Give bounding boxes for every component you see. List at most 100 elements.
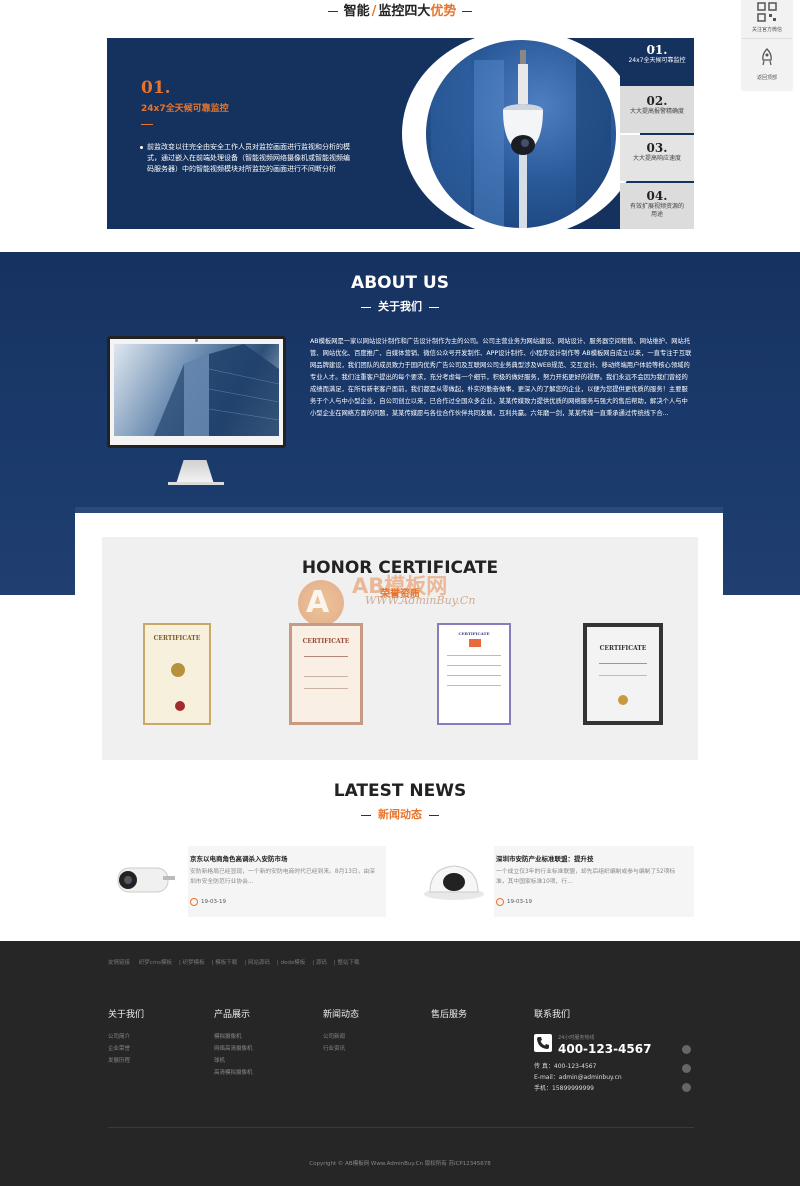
news-title-1[interactable]: 京东以电商角色高调杀入安防市场 xyxy=(190,853,288,863)
footer-link[interactable]: 公司新闻 xyxy=(323,1032,345,1040)
hotline-number: 400-123-4567 xyxy=(558,1042,652,1056)
tab-label: 大大提高响应速度 xyxy=(632,155,681,162)
about-subtitle-text: 关于我们 xyxy=(378,300,422,313)
footer-link[interactable]: 行业资讯 xyxy=(323,1044,345,1052)
news-subtitle: 新闻动态 xyxy=(0,806,800,822)
certificate-2[interactable]: CERTIFICATE xyxy=(289,623,363,725)
friend-links-label: 友情链接 xyxy=(108,960,131,966)
news-title-2[interactable]: 深圳市安防产业标准联盟：提升技 xyxy=(496,853,594,863)
clock-icon xyxy=(190,898,198,906)
tab-number: 02. xyxy=(646,94,668,108)
advantage-number: 01. xyxy=(141,78,171,98)
qr-label: 关注官方微信 xyxy=(751,27,782,33)
advantages-title-highlight: 优势 xyxy=(430,4,457,19)
rocket-icon[interactable] xyxy=(760,48,774,70)
friend-link[interactable]: 网站源码 xyxy=(248,960,270,966)
friend-link[interactable]: 模板下载 xyxy=(215,960,237,966)
advantage-tab-1[interactable]: 01. 24x7全天候可靠监控 xyxy=(620,38,694,86)
footer-divider xyxy=(108,1127,694,1128)
line xyxy=(599,675,647,676)
footer-link[interactable]: 发展历程 xyxy=(108,1056,130,1064)
qr-code-icon[interactable] xyxy=(757,2,777,26)
qq-icon[interactable] xyxy=(682,1045,691,1054)
building-image xyxy=(114,344,280,436)
news-date-1: 19-03-19 xyxy=(201,899,226,905)
certificate-1[interactable]: CERTIFICATE xyxy=(143,623,211,725)
email: E-mail：admin@adminbuy.cn xyxy=(534,1074,622,1081)
mobile: 手机：15899999999 xyxy=(534,1085,594,1092)
camera-dot xyxy=(195,339,198,342)
bullet-camera-image xyxy=(108,846,188,917)
watermark-url: WWW.AdminBuy.Cn xyxy=(365,594,476,607)
certificate-label: CERTIFICATE xyxy=(599,645,647,652)
footer-link[interactable]: 模拟摄像机 xyxy=(214,1032,242,1040)
friend-link[interactable]: dede模板 xyxy=(281,960,306,966)
line xyxy=(447,685,501,686)
friend-link[interactable]: 源码 xyxy=(316,960,327,966)
line xyxy=(447,675,501,676)
news-summary-1: 安防新格局已经显现，一个新的安防电商时代已经到来。8月13日，由深圳市安全防范行… xyxy=(190,869,375,885)
footer-link[interactable]: 球机 xyxy=(214,1056,225,1064)
certificate-label: CERTIFICATE xyxy=(458,631,490,636)
copyright: Copyright © AB模板网 Www.AdminBuy.Cn 版权所有 苏… xyxy=(309,1161,491,1167)
hotline-label: 24小时服务热线 xyxy=(558,1035,595,1041)
line xyxy=(447,665,501,666)
line xyxy=(304,688,348,689)
tab-number: 03. xyxy=(646,141,668,155)
tab-number: 01. xyxy=(646,43,668,57)
back-to-top-label[interactable]: 返回顶部 xyxy=(742,74,792,81)
honor-top-edge xyxy=(75,507,723,513)
advantage-text: 前监改变以往完全由安全工作人员对监控画面进行监视和分析的模式，通过嵌入在前端处理… xyxy=(147,143,350,173)
bullet-dot xyxy=(140,146,143,149)
tab-label: 大大提高报警精确度 xyxy=(629,108,684,115)
footer-link[interactable]: 企业荣誉 xyxy=(108,1044,130,1052)
seal-icon xyxy=(618,695,628,705)
friend-links: 友情链接 织梦cms模板 | 织梦模板 | 模板下载 | 网站源码 | dede模板 | … xyxy=(108,960,360,966)
advantages-title: 智能 / 监控四大优势 xyxy=(0,0,800,19)
wechat-icon[interactable] xyxy=(682,1064,691,1073)
news-date-2: 19-03-19 xyxy=(507,899,532,905)
watermark-letter: A xyxy=(306,585,330,620)
wax-seal-icon xyxy=(175,701,185,711)
fax: 传 真：400-123-4567 xyxy=(534,1063,597,1070)
advantage-tab-4[interactable]: 04. 有效扩展视频资源的用途 xyxy=(620,183,694,229)
news-title: LATEST NEWS xyxy=(333,781,467,801)
camera-image xyxy=(426,40,616,228)
tab-label: 24x7全天候可靠监控 xyxy=(628,57,686,64)
footer-col-news[interactable]: 新闻动态 xyxy=(323,1007,359,1020)
seal-icon xyxy=(171,663,185,677)
footer-link[interactable]: 高清模拟摄像机 xyxy=(214,1068,253,1076)
line xyxy=(304,676,348,677)
advantages-title-mid: 监控四大 xyxy=(378,4,431,19)
advantage-title: 24x7全天候可靠监控 xyxy=(141,104,229,114)
certificate-label: CERTIFICATE xyxy=(153,635,201,642)
floating-sidebar: 关注官方微信 返回顶部 xyxy=(742,0,792,90)
advantage-tab-2[interactable]: 02. 大大提高报警精确度 xyxy=(620,86,694,133)
friend-link[interactable]: 织梦模板 xyxy=(183,960,205,966)
footer-link[interactable]: 公司简介 xyxy=(108,1032,130,1040)
footer-col-service[interactable]: 售后服务 xyxy=(431,1007,467,1020)
about-subtitle: 关于我们 xyxy=(0,298,800,314)
certificate-3[interactable]: CERTIFICATE xyxy=(437,623,511,725)
advantage-tab-3[interactable]: 03. 大大提高响应速度 xyxy=(620,135,694,181)
monitor-image xyxy=(107,336,286,448)
footer-col-about[interactable]: 关于我们 xyxy=(108,1007,144,1020)
friend-link[interactable]: 整站下载 xyxy=(338,960,360,966)
tab-number: 04. xyxy=(646,189,668,203)
footer-col-products[interactable]: 产品展示 xyxy=(214,1007,250,1020)
friend-link[interactable]: 织梦cms模板 xyxy=(139,960,172,966)
certificate-4[interactable]: CERTIFICATE xyxy=(583,623,663,725)
weibo-icon[interactable] xyxy=(682,1083,691,1092)
about-title: ABOUT US xyxy=(351,273,449,293)
divider xyxy=(742,38,792,39)
line xyxy=(447,655,501,656)
dome-camera-image xyxy=(414,846,494,917)
footer-link[interactable]: 网络高清摄像机 xyxy=(214,1044,253,1052)
advantages-title-left: 智能 xyxy=(343,4,370,19)
clock-icon xyxy=(496,898,504,906)
advantage-divider xyxy=(141,124,153,125)
chevron-left-icon: ‹ xyxy=(652,44,656,54)
logo-icon xyxy=(469,639,481,647)
about-text: AB模板网是一家以网站设计制作和广告设计制作为主的公司。公司主营业务为网站建设、… xyxy=(310,338,692,417)
footer-col-contact: 联系我们 xyxy=(534,1010,571,1020)
